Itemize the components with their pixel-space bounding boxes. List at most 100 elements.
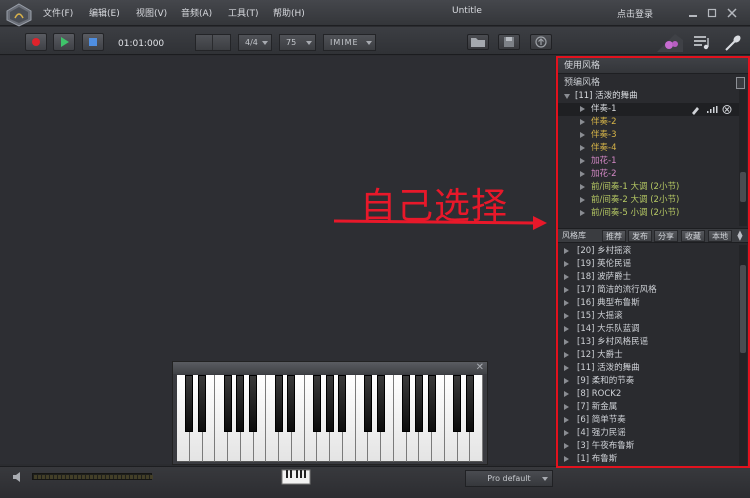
black-key[interactable] (185, 375, 194, 432)
expand-right-icon[interactable] (564, 391, 569, 397)
menu-help[interactable]: 帮助(H) (273, 6, 305, 19)
black-key[interactable] (465, 375, 474, 432)
preset-tree-item[interactable]: 伴奏-1 (558, 103, 739, 116)
expand-right-icon[interactable] (580, 184, 585, 190)
preset-tree-item[interactable]: 伴奏-4 (558, 142, 739, 155)
library-item[interactable]: [17] 简洁的流行风格 (558, 284, 739, 297)
library-tab[interactable]: 分享 (654, 230, 678, 242)
expand-right-icon[interactable] (564, 339, 569, 345)
expand-right-icon[interactable] (564, 417, 569, 423)
expand-right-icon[interactable] (564, 456, 569, 462)
sort-icon[interactable]: ▲ ▼ (736, 230, 744, 242)
preset-select[interactable]: Pro default (465, 470, 553, 487)
preset-tree-item[interactable]: 加花-1 (558, 155, 739, 168)
expand-right-icon[interactable] (564, 261, 569, 267)
library-scrollbar[interactable] (739, 245, 747, 466)
upload-button[interactable] (530, 34, 552, 50)
expand-right-icon[interactable] (564, 313, 569, 319)
time-signature-select[interactable]: 4/4 (238, 34, 272, 51)
save-button[interactable] (498, 34, 520, 50)
expand-right-icon[interactable] (580, 106, 585, 112)
black-key[interactable] (363, 375, 372, 432)
black-key[interactable] (249, 375, 257, 432)
black-key[interactable] (312, 375, 321, 432)
library-tab[interactable]: 发布 (628, 230, 652, 242)
piano-keys[interactable] (177, 375, 483, 462)
black-key[interactable] (453, 375, 461, 432)
library-item[interactable]: [20] 乡村摇滚 (558, 245, 739, 258)
app-logo-icon[interactable] (6, 3, 32, 27)
library-tab[interactable]: 收藏 (681, 230, 705, 242)
preset-tree-item[interactable]: 前/间奏-1 大调 (2小节) (558, 181, 739, 194)
expand-right-icon[interactable] (564, 274, 569, 280)
play-button[interactable] (53, 33, 75, 51)
library-item[interactable]: [12] 大爵士 (558, 349, 739, 362)
menu-file[interactable]: 文件(F) (43, 6, 73, 19)
expand-right-icon[interactable] (564, 352, 569, 358)
preset-tree-item[interactable]: [11] 活泼的舞曲 (558, 90, 739, 103)
expand-right-icon[interactable] (564, 248, 569, 254)
black-key[interactable] (414, 375, 423, 432)
preset-tree-item[interactable]: 加花-2 (558, 168, 739, 181)
library-item[interactable]: [11] 活泼的舞曲 (558, 362, 739, 375)
login-link[interactable]: 点击登录 (617, 7, 653, 20)
library-item[interactable]: [8] ROCK2 (558, 388, 739, 401)
tab-style[interactable] (655, 30, 685, 54)
library-item[interactable]: [16] 典型布鲁斯 (558, 297, 739, 310)
expand-right-icon[interactable] (580, 119, 585, 125)
expand-right-icon[interactable] (564, 404, 569, 410)
black-key[interactable] (223, 375, 232, 432)
preset-tree-item[interactable]: 伴奏-2 (558, 116, 739, 129)
stop-button[interactable] (82, 33, 104, 51)
library-item[interactable]: [3] 午夜布鲁斯 (558, 440, 739, 453)
expand-right-icon[interactable] (580, 158, 585, 164)
input-method-select[interactable]: IMIME (323, 34, 376, 51)
tab-score[interactable] (686, 30, 716, 54)
preset-tree[interactable]: [11] 活泼的舞曲 伴奏-1 伴奏-2 伴奏-3 伴奏-4 加花-1 加花-2 前/间奏-1… (558, 90, 740, 226)
keyboard-toggle-icon[interactable] (281, 469, 311, 485)
black-key[interactable] (274, 375, 283, 432)
keyboard-close-icon[interactable]: ✕ (476, 362, 484, 374)
minimize-icon[interactable] (688, 8, 698, 18)
speaker-icon[interactable] (12, 471, 26, 483)
menu-tools[interactable]: 工具(T) (228, 6, 259, 19)
black-key[interactable] (402, 375, 410, 432)
volume-meter[interactable] (32, 473, 153, 480)
keyboard-title-bar[interactable]: ✕ (173, 362, 487, 374)
preset-tree-item[interactable]: 前/间奏-5 小调 (2小节) (558, 207, 739, 220)
preset-scrollbar[interactable] (739, 90, 747, 226)
library-item[interactable]: [13] 乡村风格民谣 (558, 336, 739, 349)
menu-edit[interactable]: 编辑(E) (89, 6, 120, 19)
tab-microphone[interactable] (718, 30, 748, 54)
document-icon[interactable] (736, 77, 745, 89)
expand-right-icon[interactable] (580, 210, 585, 216)
expand-right-icon[interactable] (564, 287, 569, 293)
expand-right-icon[interactable] (564, 326, 569, 332)
library-list[interactable]: [20] 乡村摇滚 [19] 英伦民谣 [18] 波萨爵士 [17] 简洁的流行风格 [… (558, 245, 740, 466)
preset-tree-item[interactable]: 前/间奏-2 大调 (2小节) (558, 194, 739, 207)
expand-right-icon[interactable] (580, 132, 585, 138)
expand-down-icon[interactable] (564, 94, 570, 99)
preset-tree-item[interactable]: 伴奏-3 (558, 129, 739, 142)
library-item[interactable]: [9] 柔和的节奏 (558, 375, 739, 388)
expand-right-icon[interactable] (580, 197, 585, 203)
black-key[interactable] (427, 375, 436, 432)
library-item[interactable]: [6] 简单节奏 (558, 414, 739, 427)
library-item[interactable]: [7] 新金属 (558, 401, 739, 414)
menu-audio[interactable]: 音频(A) (181, 6, 212, 19)
black-key[interactable] (325, 375, 334, 432)
expand-right-icon[interactable] (580, 145, 585, 151)
menu-view[interactable]: 视图(V) (136, 6, 167, 19)
black-key[interactable] (236, 375, 245, 432)
expand-right-icon[interactable] (564, 365, 569, 371)
black-key[interactable] (287, 375, 296, 432)
close-icon[interactable] (727, 8, 737, 18)
library-item[interactable]: [15] 大摇滚 (558, 310, 739, 323)
library-tab[interactable]: 推荐 (602, 230, 626, 242)
library-item[interactable]: [19] 英伦民谣 (558, 258, 739, 271)
library-tab[interactable]: 本地 (708, 230, 732, 242)
mode-toggle[interactable] (195, 34, 231, 51)
library-item[interactable]: [1] 布鲁斯 (558, 453, 739, 466)
expand-right-icon[interactable] (564, 378, 569, 384)
library-item[interactable]: [4] 强力民谣 (558, 427, 739, 440)
